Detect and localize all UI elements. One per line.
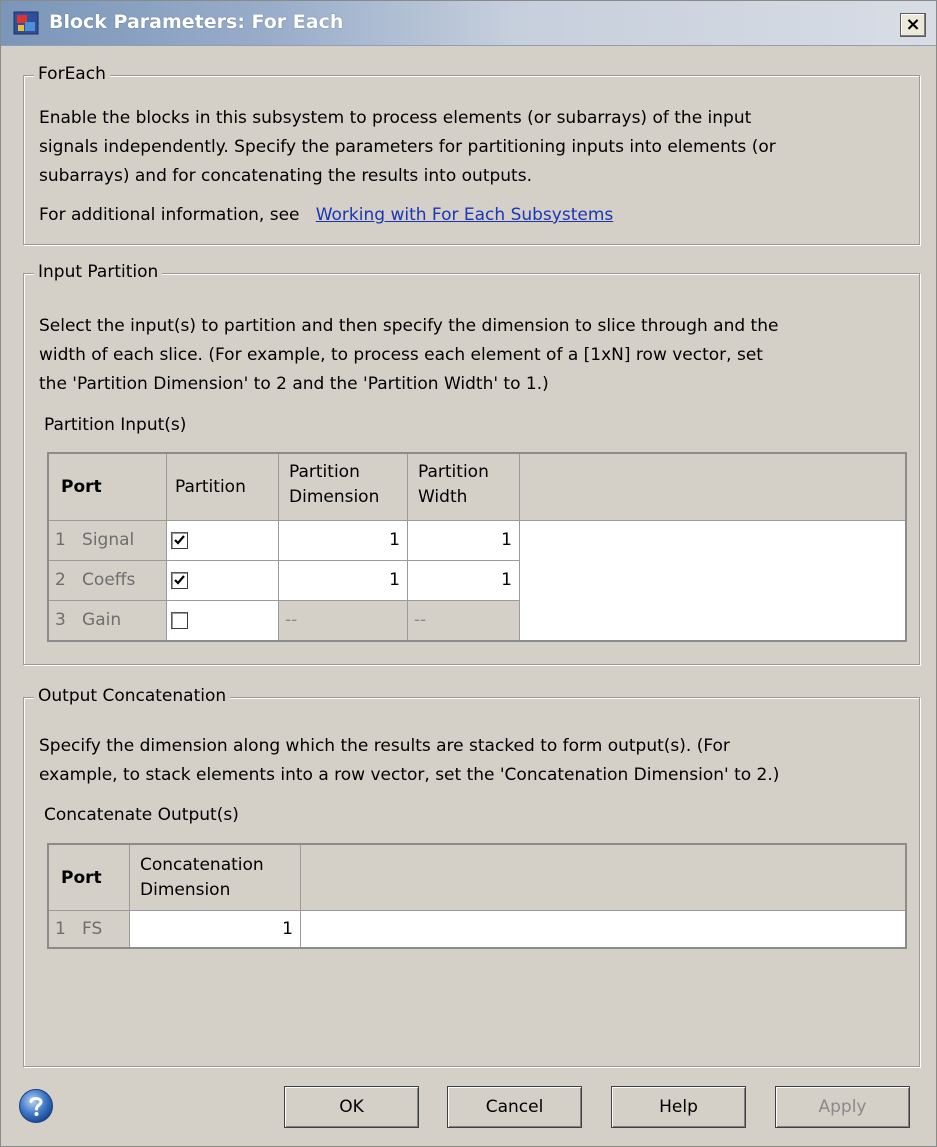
column-header-port[interactable]: Port — [49, 845, 130, 911]
output-concatenation-legend: Output Concatenation — [34, 686, 231, 706]
partition-inputs-label: Partition Input(s) — [44, 415, 187, 435]
description-line: Specify the dimension along which the re… — [39, 736, 730, 756]
partition-dimension-field-disabled: -- — [279, 601, 408, 640]
row-index: 1 — [55, 919, 66, 939]
output-concatenation-description: Specify the dimension along which the re… — [39, 732, 779, 790]
header-line: Partition — [289, 462, 360, 482]
partition-table: Port Partition Partition Dimension Parti… — [47, 452, 907, 642]
simulink-block-icon — [13, 11, 39, 35]
row-index: 3 — [55, 610, 66, 630]
header-filler — [301, 845, 905, 911]
close-icon: × — [905, 14, 921, 35]
table-row-header: 3 Gain — [49, 601, 167, 640]
column-header-partition-width[interactable]: Partition Width — [408, 454, 520, 521]
header-line: Concatenation — [140, 855, 264, 875]
input-partition-group: Input Partition Select the input(s) to p… — [23, 262, 920, 665]
row-port-name: Coeffs — [82, 570, 136, 590]
row-port-name: FS — [82, 919, 103, 939]
partition-dimension-field[interactable]: 1 — [279, 521, 408, 561]
foreach-group: ForEach Enable the blocks in this subsys… — [23, 64, 920, 245]
checkmark-icon — [174, 535, 185, 545]
partition-width-field[interactable]: 1 — [408, 561, 520, 601]
input-partition-legend: Input Partition — [34, 262, 163, 282]
apply-button[interactable]: Apply — [775, 1086, 910, 1128]
description-line: subarrays) and for concatenating the res… — [39, 166, 532, 186]
cancel-button[interactable]: Cancel — [447, 1086, 582, 1128]
description-line: the 'Partition Dimension' to 2 and the '… — [39, 374, 549, 394]
header-line: Dimension — [140, 880, 231, 900]
description-line: Select the input(s) to partition and the… — [39, 316, 779, 336]
column-header-port[interactable]: Port — [49, 454, 167, 521]
partition-width-field-disabled: -- — [408, 601, 520, 640]
input-partition-description: Select the input(s) to partition and the… — [39, 312, 778, 399]
close-button[interactable]: × — [900, 13, 926, 37]
row-index: 1 — [55, 530, 66, 550]
checkmark-icon — [174, 575, 185, 585]
header-line: Width — [418, 487, 468, 507]
help-button[interactable]: Help — [611, 1086, 746, 1128]
table-row-header: 1 FS — [49, 911, 130, 947]
foreach-legend: ForEach — [34, 64, 110, 84]
partition-dimension-field[interactable]: 1 — [279, 561, 408, 601]
foreach-info: For additional information, see Working … — [39, 201, 613, 230]
header-filler — [520, 454, 905, 521]
concatenate-outputs-label: Concatenate Output(s) — [44, 805, 239, 825]
row-port-name: Signal — [82, 530, 135, 550]
table-row-header: 2 Coeffs — [49, 561, 167, 601]
partition-checkbox-cell[interactable] — [167, 521, 279, 561]
title-bar[interactable]: Block Parameters: For Each × — [1, 1, 936, 46]
description-line: signals independently. Specify the param… — [39, 137, 776, 157]
partition-checkbox[interactable] — [171, 532, 188, 549]
column-header-partition-dimension[interactable]: Partition Dimension — [279, 454, 408, 521]
description-line: width of each slice. (For example, to pr… — [39, 345, 763, 365]
concatenation-dimension-field[interactable]: 1 — [130, 911, 301, 947]
table-row-header: 1 Signal — [49, 521, 167, 561]
concatenation-table: Port Concatenation Dimension 1 FS 1 — [47, 843, 907, 949]
header-line: Dimension — [289, 487, 380, 507]
info-prefix: For additional information, see — [39, 205, 300, 225]
ok-button[interactable]: OK — [284, 1086, 419, 1128]
column-header-partition[interactable]: Partition — [167, 454, 279, 521]
partition-width-field[interactable]: 1 — [408, 521, 520, 561]
description-line: example, to stack elements into a row ve… — [39, 765, 780, 785]
row-index: 2 — [55, 570, 66, 590]
dialog-window: Block Parameters: For Each × ForEach Ena… — [0, 0, 937, 1147]
working-with-foreach-link[interactable]: Working with For Each Subsystems — [316, 205, 614, 225]
foreach-description: Enable the blocks in this subsystem to p… — [39, 104, 776, 191]
window-title: Block Parameters: For Each — [49, 11, 344, 33]
description-line: Enable the blocks in this subsystem to p… — [39, 108, 752, 128]
column-header-concatenation-dimension[interactable]: Concatenation Dimension — [130, 845, 301, 911]
partition-checkbox[interactable] — [171, 612, 188, 629]
header-line: Partition — [418, 462, 489, 482]
help-question-icon[interactable] — [18, 1088, 54, 1124]
partition-checkbox[interactable] — [171, 572, 188, 589]
partition-checkbox-cell[interactable] — [167, 601, 279, 640]
output-concatenation-group: Output Concatenation Specify the dimensi… — [23, 686, 920, 1067]
partition-checkbox-cell[interactable] — [167, 561, 279, 601]
row-port-name: Gain — [82, 610, 122, 630]
